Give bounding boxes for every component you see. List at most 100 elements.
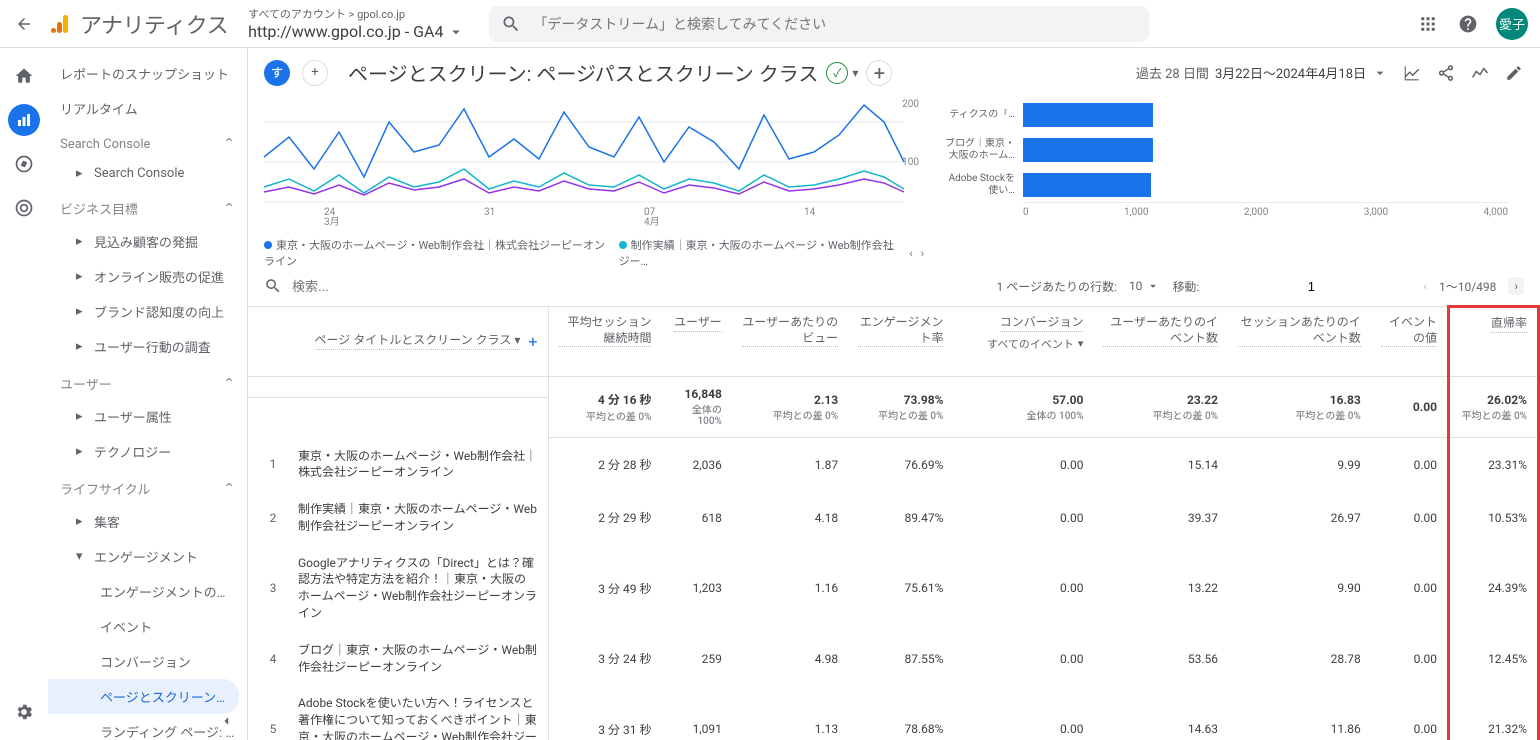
collapse-sidebar-icon[interactable] xyxy=(217,712,235,734)
sidebar-item-conversions[interactable]: コンバージョン xyxy=(48,644,247,679)
admin-gear-icon[interactable] xyxy=(8,696,40,728)
legend-next-icon[interactable]: › xyxy=(921,247,924,260)
table-cell: 78.68% xyxy=(848,685,953,740)
chevron-down-icon[interactable]: ▾ xyxy=(1078,337,1084,350)
customize-icon[interactable] xyxy=(1402,63,1422,83)
reports-icon[interactable] xyxy=(8,104,40,136)
table-search-input[interactable] xyxy=(292,279,492,294)
back-button[interactable] xyxy=(12,12,36,36)
sidebar-item-behavior[interactable]: ▸ユーザー行動の調査 xyxy=(48,329,247,364)
sidebar-item-user-attrs[interactable]: ▸ユーザー属性 xyxy=(48,399,247,434)
table-row[interactable]: 3Googleアナリティクスの「Direct」とは？確認方法や特定方法を紹介！｜… xyxy=(248,545,1539,632)
sidebar-realtime[interactable]: リアルタイム xyxy=(48,91,247,126)
sidebar-item-leads[interactable]: ▸見込み顧客の発掘 xyxy=(48,224,247,259)
column-header[interactable]: 平均セッション継続時間 xyxy=(559,315,652,347)
table-row[interactable]: 4ブログ｜東京・大阪のホームページ・Web制作会社ジーピーオンライン3 分 24… xyxy=(248,632,1539,686)
column-header[interactable]: イベントの値 xyxy=(1381,315,1437,347)
global-search[interactable] xyxy=(489,6,1149,42)
arrow-right-icon: ▸ xyxy=(76,444,84,459)
table-cell: 28.78 xyxy=(1228,632,1371,686)
sidebar-item-technology[interactable]: ▸テクノロジー xyxy=(48,434,247,469)
apps-icon[interactable] xyxy=(1416,12,1440,36)
table-cell: 0.00 xyxy=(953,438,1093,492)
column-header[interactable]: ユーザーあたりのイベント数 xyxy=(1103,315,1218,347)
report-title: ページとスクリーン: ページパスとスクリーン クラス ✓ ▾ + xyxy=(348,58,892,87)
sidebar-item-engagement-overview[interactable]: エンゲージメントの概要 xyxy=(48,574,247,609)
table-cell: 24.39% xyxy=(1449,545,1539,632)
hbar-bar[interactable] xyxy=(1023,138,1153,162)
report-toolbar: す + ページとスクリーン: ページパスとスクリーン クラス ✓ ▾ + 過去 … xyxy=(248,48,1540,97)
row-number: 3 xyxy=(258,581,288,595)
table-cell: 9.90 xyxy=(1228,545,1371,632)
table-cell: 0.00 xyxy=(1371,545,1449,632)
column-header[interactable]: エンゲージメント率 xyxy=(858,315,943,347)
column-header[interactable]: 直帰率 xyxy=(1491,316,1527,333)
legend-prev-icon[interactable]: ‹ xyxy=(909,247,912,260)
table-totals-row: 4 分 16 秒平均との差 0%16,848全体の 100%2.13平均との差 … xyxy=(248,377,1539,438)
table-cell: 9.99 xyxy=(1228,438,1371,492)
rows-per-page-label: 1 ページあたりの行数: xyxy=(997,278,1117,295)
svg-text:100: 100 xyxy=(902,157,919,168)
user-avatar[interactable]: 愛子 xyxy=(1496,8,1528,40)
table-cell: 39.37 xyxy=(1093,491,1228,545)
column-header[interactable]: コンバージョン xyxy=(1000,315,1084,332)
table-row[interactable]: 5Adobe Stockを使いたい方へ！ライセンスと著作権について知っておくべき… xyxy=(248,685,1539,740)
sidebar-item-search-console[interactable]: ▸Search Console xyxy=(48,158,247,189)
segment-chip[interactable]: す xyxy=(264,60,290,86)
rows-per-page-select[interactable]: 10 xyxy=(1129,279,1161,293)
table-cell: 0.00 xyxy=(953,491,1093,545)
sidebar-item-brand[interactable]: ▸ブランド認知度の向上 xyxy=(48,294,247,329)
page-next-icon[interactable]: › xyxy=(1508,277,1524,295)
arrow-down-icon: ▾ xyxy=(76,549,84,564)
chevron-down-icon[interactable]: ▾ xyxy=(852,66,858,80)
column-header[interactable]: ユーザー xyxy=(674,315,722,332)
date-range-selector[interactable]: 過去 28 日間 3月22日～2024年4月18日 xyxy=(1136,63,1388,82)
table-cell: 0.00 xyxy=(953,685,1093,740)
table-cell: 87.55% xyxy=(848,632,953,686)
column-header[interactable]: ユーザーあたりのビュー xyxy=(742,315,838,347)
account-selector[interactable]: すべてのアカウント > gpol.co.jp http://www.gpol.c… xyxy=(248,6,465,41)
sidebar-section-business[interactable]: ビジネス目標 ⌃ xyxy=(48,189,247,224)
table-cell: 76.69% xyxy=(848,438,953,492)
table-row[interactable]: 1東京・大阪のホームページ・Web制作会社｜株式会社ジーピーオンライン2 分 2… xyxy=(248,438,1539,492)
add-segment-button[interactable]: + xyxy=(302,60,328,86)
row-number: 2 xyxy=(258,511,288,525)
sidebar-item-pages-screens[interactable]: ページとスクリーン: ページ... xyxy=(48,679,239,714)
add-dimension-button[interactable]: + xyxy=(528,332,537,351)
sidebar-section-user[interactable]: ユーザー ⌃ xyxy=(48,364,247,399)
table-cell: 3 分 49 秒 xyxy=(548,545,661,632)
sidebar-section-search-console[interactable]: Search Console ⌃ xyxy=(48,126,247,158)
sidebar-section-lifecycle[interactable]: ライフサイクル ⌃ xyxy=(48,469,247,504)
edit-pencil-icon[interactable] xyxy=(1504,63,1524,83)
advertising-icon[interactable] xyxy=(8,192,40,224)
explore-icon[interactable] xyxy=(8,148,40,180)
sidebar-item-events[interactable]: イベント xyxy=(48,609,247,644)
sidebar-item-engagement[interactable]: ▾エンゲージメント xyxy=(48,539,247,574)
sidebar-item-acquisition[interactable]: ▸集客 xyxy=(48,504,247,539)
sidebar-snapshot[interactable]: レポートのスナップショット xyxy=(48,56,247,91)
add-comparison-button[interactable]: + xyxy=(866,60,892,86)
hbar-label: Adobe Stockを使い… xyxy=(940,173,1015,197)
help-icon[interactable] xyxy=(1456,12,1480,36)
home-icon[interactable] xyxy=(8,60,40,92)
legend-item[interactable]: 制作実績｜東京・大阪のホームページ・Web制作会社ジー… xyxy=(619,237,898,269)
column-header[interactable]: セッションあたりのイベント数 xyxy=(1238,315,1361,347)
share-icon[interactable] xyxy=(1436,63,1456,83)
search-input[interactable] xyxy=(533,16,1137,32)
table-row[interactable]: 2制作実績｜東京・大阪のホームページ・Web制作会社ジーピーオンライン2 分 2… xyxy=(248,491,1539,545)
insights-icon[interactable] xyxy=(1470,63,1490,83)
table-cell: 2 分 28 秒 xyxy=(548,438,661,492)
sidebar-item-sales[interactable]: ▸オンライン販売の促進 xyxy=(48,259,247,294)
legend-item[interactable]: 東京・大阪のホームページ・Web制作会社｜株式会社ジーピーオンライン xyxy=(264,237,607,269)
page-prev-icon[interactable]: ‹ xyxy=(1423,279,1427,293)
table-cell: 89.47% xyxy=(848,491,953,545)
table-search-row: 1 ページあたりの行数: 10 移動: ‹ 1～10/498 › xyxy=(248,267,1540,305)
hbar-bar[interactable] xyxy=(1023,103,1153,127)
arrow-right-icon: ▸ xyxy=(76,514,84,529)
dimension-header[interactable]: ページ タイトルとスクリーン クラス ▾ xyxy=(315,333,521,350)
row-dimension: ブログ｜東京・大阪のホームページ・Web制作会社ジーピーオンライン xyxy=(298,642,538,676)
check-badge-icon[interactable]: ✓ xyxy=(826,62,848,84)
goto-input[interactable] xyxy=(1211,279,1411,294)
hbar-label: ブログ｜東京・大阪のホーム… xyxy=(940,138,1015,162)
hbar-bar[interactable] xyxy=(1023,173,1151,197)
